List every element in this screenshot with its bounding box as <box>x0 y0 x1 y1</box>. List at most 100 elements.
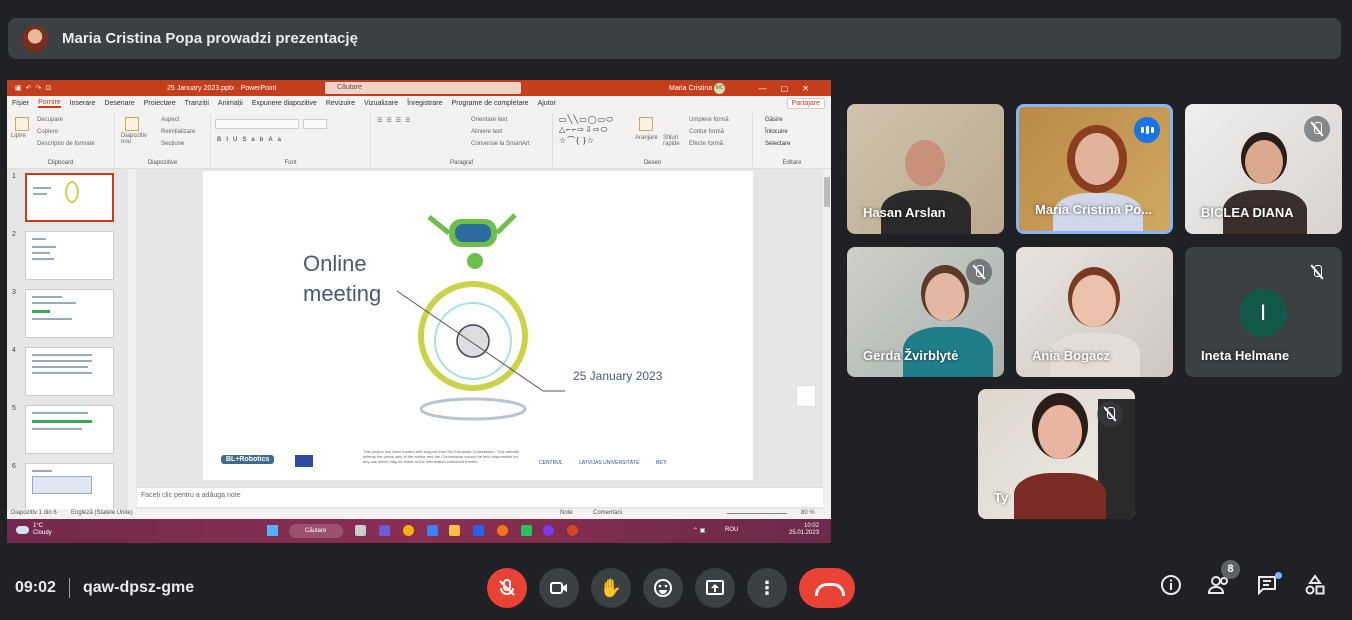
menu-item[interactable]: Fișier <box>12 100 29 107</box>
app-icon[interactable] <box>427 525 438 536</box>
new-slide-button[interactable]: Diapozitiv nou <box>121 133 149 145</box>
copy-button[interactable]: Copiere <box>37 129 58 135</box>
font-format-buttons[interactable]: BIUSabAa <box>217 137 286 143</box>
partner-logo: CENTRUL <box>539 460 563 466</box>
raise-hand-button[interactable]: ✋ <box>591 568 631 608</box>
app-icon[interactable] <box>521 525 532 536</box>
menu-item[interactable]: Înregistrare <box>407 100 442 107</box>
language-indicator[interactable]: Engleză (Statele Unite) <box>71 510 133 516</box>
window-controls[interactable]: —▢✕ <box>759 84 823 93</box>
smartart-button[interactable]: Conversie la SmartArt <box>471 141 530 147</box>
ppt-user-avatar[interactable]: MC <box>714 83 725 94</box>
zoom-slider[interactable] <box>727 513 787 514</box>
thumbnail-scrollbar[interactable] <box>128 169 136 509</box>
current-slide[interactable]: Online meeting 25 January 2023 BL+Roboti… <box>203 171 753 480</box>
notes-pane[interactable]: Faceți clic pentru a adăuga note <box>137 487 823 507</box>
comments-toggle[interactable]: Comentarii <box>593 510 622 516</box>
slide-thumbnail[interactable]: 5 <box>11 405 123 461</box>
app-icon[interactable] <box>473 525 484 536</box>
layout-button[interactable]: Aspect <box>161 117 179 123</box>
shape-outline-button[interactable]: Contur formă <box>689 129 724 135</box>
menu-item[interactable]: Vizualizare <box>364 100 398 107</box>
chrome-icon[interactable] <box>403 525 414 536</box>
windows-start-icon[interactable] <box>267 525 278 536</box>
list-buttons[interactable]: ☰☰☰☰ <box>377 117 415 124</box>
task-view-icon[interactable] <box>355 525 366 536</box>
text-direction-button[interactable]: Orientare text <box>471 117 507 123</box>
notes-toggle[interactable]: Note <box>560 510 573 516</box>
align-text-button[interactable]: Aliniere text <box>471 129 502 135</box>
reactions-button[interactable] <box>643 568 683 608</box>
powerpoint-icon[interactable] <box>567 525 578 536</box>
menu-item[interactable]: Ajutor <box>538 100 556 107</box>
taskbar-clock[interactable]: 10:02 25.01.2023 <box>789 523 819 537</box>
leave-call-button[interactable] <box>799 568 855 608</box>
font-size-select[interactable] <box>303 119 327 129</box>
arrange-button[interactable]: Aranjare <box>635 135 658 141</box>
arrange-icon[interactable] <box>639 117 653 131</box>
meeting-info-button[interactable] <box>1158 574 1184 600</box>
menu-item[interactable]: Tranziții <box>185 100 209 107</box>
camera-button[interactable] <box>539 568 579 608</box>
menu-item[interactable]: Programe de completare <box>452 100 529 107</box>
input-language[interactable]: ROU <box>725 527 738 533</box>
slide-side-button[interactable] <box>796 385 816 407</box>
quick-styles-button[interactable]: Stiluri rapide <box>663 135 683 147</box>
menu-item[interactable]: Revizuire <box>326 100 355 107</box>
ribbon-group-paragraph: ☰☰☰☰ Orientare text Aliniere text Conver… <box>371 113 553 167</box>
slide-thumbnail[interactable]: 1 <box>11 173 123 229</box>
menu-item-active[interactable]: Pornire <box>38 99 61 108</box>
group-label: Paragraf <box>449 160 473 166</box>
new-slide-icon[interactable] <box>125 117 139 131</box>
paste-icon[interactable] <box>15 117 29 131</box>
taskbar-date: 25.01.2023 <box>789 530 820 536</box>
present-button[interactable] <box>695 568 735 608</box>
participant-tile[interactable]: Ania Bogacz <box>1016 247 1173 377</box>
taskbar-search[interactable]: Căutare <box>289 524 343 538</box>
share-button[interactable]: Partajare <box>786 98 825 109</box>
font-name-select[interactable] <box>215 119 299 129</box>
participant-tile[interactable]: BICLEA DIANA <box>1185 104 1342 234</box>
format-painter-button[interactable]: Descriptor de formate <box>37 141 95 147</box>
slide-thumbnail[interactable]: 4 <box>11 347 123 403</box>
system-tray[interactable]: ⌃ ▣ <box>693 527 705 534</box>
participant-tile[interactable]: Hasan Arslan <box>847 104 1004 234</box>
menu-item[interactable]: Proiectare <box>144 100 176 107</box>
muted-mic-icon <box>1097 401 1123 427</box>
mic-off-button[interactable] <box>487 568 527 608</box>
slide-scrollbar[interactable] <box>823 169 831 509</box>
slide-thumbnail[interactable]: 3 <box>11 289 123 345</box>
select-button[interactable]: Selectare <box>765 141 790 147</box>
shapes-gallery[interactable]: ▭╲╲▭◯▭⬭ △⌐⌐⇨⇩⇨⬭ ☆⌒{ }☆ <box>559 115 614 146</box>
shape-fill-button[interactable]: Umplere formă <box>689 117 729 123</box>
weather-widget[interactable]: 1°C Cloudy <box>33 523 52 537</box>
activities-button[interactable] <box>1302 574 1328 600</box>
slide-disclaimer: This project has been funded with suppor… <box>363 449 520 464</box>
replace-button[interactable]: Înlocuire <box>765 129 788 135</box>
firefox-icon[interactable] <box>497 525 508 536</box>
file-explorer-icon[interactable] <box>449 525 460 536</box>
find-button[interactable]: Găsire <box>765 117 783 123</box>
reset-button[interactable]: Reinițializare <box>161 129 195 135</box>
teams-icon[interactable] <box>379 525 390 536</box>
ppt-search-input[interactable]: Căutare <box>325 82 521 94</box>
paste-button[interactable]: Lipire <box>11 133 26 139</box>
menu-item[interactable]: Desenare <box>104 100 134 107</box>
cut-button[interactable]: Decupare <box>37 117 63 123</box>
meeting-clock: 09:02 <box>15 579 56 596</box>
shared-screen[interactable]: ▣↶↷⊡ 25 January 2023.pptx · PowerPoint C… <box>7 80 831 543</box>
slide-counter: Diapozitiv 1 din 6 <box>11 510 57 516</box>
shape-effects-button[interactable]: Efecte formă <box>689 141 723 147</box>
participant-tile[interactable]: Gerda Žvirblytė <box>847 247 1004 377</box>
more-options-button[interactable]: ⋮ <box>747 568 787 608</box>
participant-tile-speaking[interactable]: Maria Cristina Po... <box>1016 104 1173 234</box>
participant-tile-self[interactable]: Ty <box>978 389 1135 519</box>
participant-tile[interactable]: I Ineta Helmane <box>1185 247 1342 377</box>
app-icon[interactable] <box>543 525 554 536</box>
menu-item[interactable]: Inserare <box>70 100 96 107</box>
menu-item[interactable]: Expunere diapozitive <box>252 100 317 107</box>
menu-item[interactable]: Animații <box>218 100 243 107</box>
quick-access-icons[interactable]: ▣↶↷⊡ <box>15 84 55 92</box>
section-button[interactable]: Secțiune <box>161 141 184 147</box>
slide-thumbnail[interactable]: 2 <box>11 231 123 287</box>
